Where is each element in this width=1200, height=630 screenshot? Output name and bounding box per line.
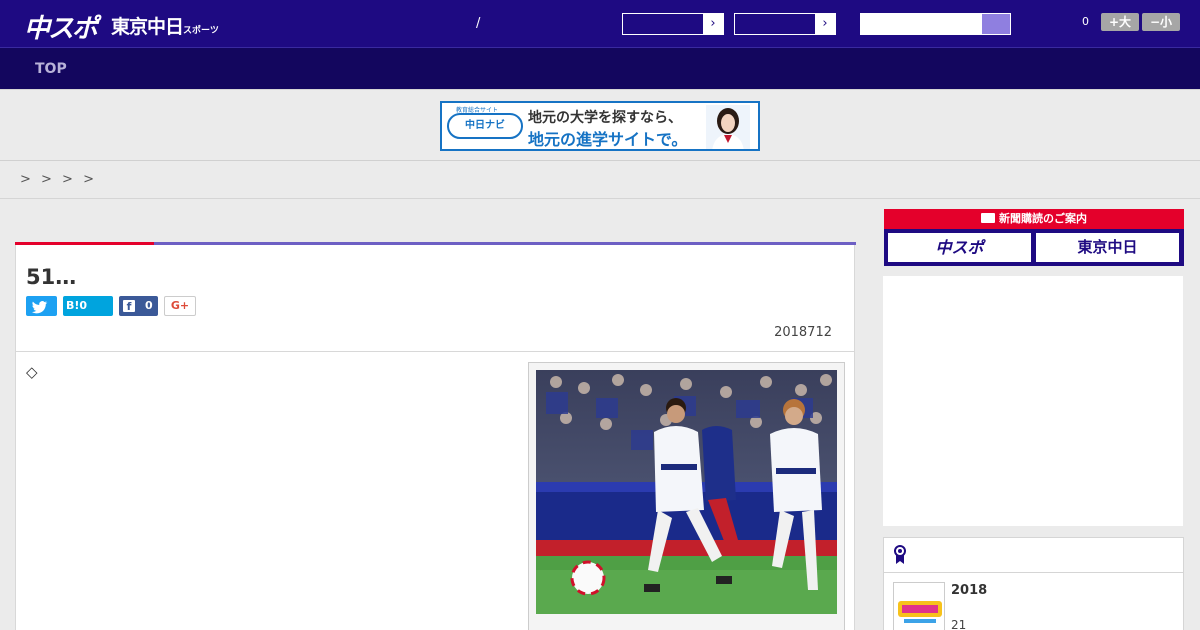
breadcrumb[interactable]: > > > > [20,172,94,187]
article-photo-frame [528,362,845,630]
article-date: 2018712 [774,325,832,340]
header-divider: / [476,16,481,31]
newspaper-icon [981,213,995,223]
chuspo-logo[interactable]: 中スポ [24,8,98,45]
article-card: 51… B!0 f 0 G+ 2018712 ◇ [15,242,856,630]
category-select[interactable]: › [622,13,724,35]
banner-strip: 教育総合サイト 中日ナビ 地元の大学を探すなら、 地元の進学サイトで。 [0,89,1200,161]
search-box [860,13,1011,35]
ranking-header [884,538,1183,573]
main-nav: TOP [0,48,1200,89]
article-accent-red [15,242,154,245]
tokyo-chunichi-logo-text: 東京中日 [111,16,184,38]
ranking-item-image [894,583,944,630]
sidebar-ad-slot [883,276,1183,526]
search-button[interactable] [982,14,1010,34]
ad-headline-1: 地元の大学を探すなら、 [528,110,682,126]
twitter-icon [32,301,48,314]
nav-item-top[interactable]: TOP [35,61,67,77]
tokyo-chunichi-logo[interactable]: 東京中日スポーツ [111,12,219,39]
region-select[interactable]: › [734,13,836,35]
ad-headline-2: 地元の進学サイトで。 [528,130,688,149]
subscribe-tokyo-chunichi-button[interactable]: 東京中日 [1036,233,1179,262]
facebook-share-count: 0 [145,299,153,312]
subscription-header: 新聞購読のご案内 [884,209,1184,229]
breadcrumb-divider [0,198,1200,199]
article-body-marker: ◇ [26,363,38,381]
medal-icon [894,545,906,564]
site-header: 中スポ 東京中日スポーツ / › › 0 +大 −小 [0,0,1200,48]
ad-navi-logo: 中日ナビ [447,113,523,139]
subscribe-chuspo-button[interactable]: 中スポ [888,233,1031,262]
article-title: 51… [26,265,77,289]
font-bigger-button[interactable]: +大 [1101,13,1139,31]
hatena-bookmark-button[interactable]: B!0 [63,296,113,316]
ranking-widget: 2018 21 [883,537,1184,630]
chevron-right-icon: › [815,14,835,34]
gplus-share-button[interactable]: G+ [164,296,196,316]
ranking-item-title[interactable]: 2018 [951,583,987,598]
facebook-icon: f [123,300,135,313]
font-size-count: 0 [1082,15,1089,28]
article-photo[interactable] [536,370,837,614]
subscription-box: 新聞購読のご案内 中スポ 東京中日 [884,209,1184,266]
ranking-item-meta: 21 [951,618,967,630]
ad-person-image [706,105,750,149]
facebook-share-button[interactable]: f 0 [119,296,158,316]
subscription-header-text: 新聞購読のご案内 [999,212,1087,225]
twitter-share-button[interactable] [26,296,57,316]
search-input[interactable] [861,14,982,34]
article-divider [16,351,854,352]
ranking-item-thumbnail[interactable] [893,582,945,630]
font-smaller-button[interactable]: −小 [1142,13,1180,31]
banner-ad[interactable]: 教育総合サイト 中日ナビ 地元の大学を探すなら、 地元の進学サイトで。 [440,101,760,151]
article-accent-purple [154,242,856,245]
tokyo-chunichi-logo-small: スポーツ [183,26,219,36]
chevron-right-icon: › [703,14,723,34]
